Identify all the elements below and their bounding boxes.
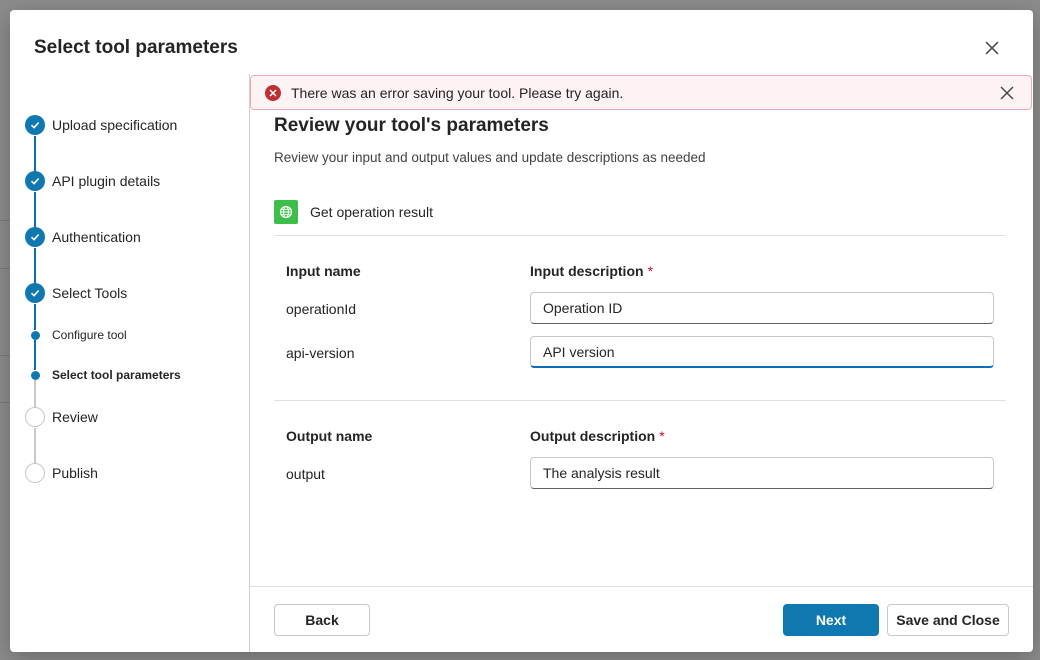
error-icon — [265, 84, 281, 101]
input-name-operationid: operationId — [286, 301, 357, 317]
step-label: Select tool parameters — [52, 368, 181, 382]
required-indicator: * — [659, 428, 665, 444]
step-label: Configure tool — [52, 328, 127, 342]
operation-name: Get operation result — [310, 204, 433, 220]
checkmark-icon — [25, 171, 45, 191]
background-divider — [0, 268, 10, 269]
back-button[interactable]: Back — [274, 604, 370, 636]
input-name-header: Input name — [286, 263, 361, 279]
empty-circle-icon — [25, 407, 45, 427]
step-label: Authentication — [52, 229, 141, 245]
step-upload-specification[interactable]: Upload specification — [25, 115, 177, 135]
required-indicator: * — [647, 263, 654, 279]
step-select-tool-parameters[interactable]: Select tool parameters — [25, 365, 181, 385]
section-description: Review your input and output values and … — [274, 150, 706, 165]
step-dot-icon — [30, 370, 40, 380]
step-dot-wrap — [25, 325, 45, 345]
globe-icon — [274, 200, 298, 224]
section-heading: Review your tool's parameters — [274, 115, 549, 136]
background-divider — [0, 402, 10, 403]
save-and-close-button[interactable]: Save and Close — [887, 604, 1009, 636]
next-button[interactable]: Next — [783, 604, 879, 636]
output-description-input[interactable] — [530, 457, 994, 489]
dialog-close-button[interactable] — [981, 37, 1003, 59]
api-version-description-input[interactable] — [530, 336, 994, 368]
error-dismiss-button[interactable] — [999, 85, 1015, 101]
step-label: API plugin details — [52, 173, 161, 189]
step-configure-tool[interactable]: Configure tool — [25, 325, 127, 345]
input-name-header-text: Input name — [286, 263, 361, 279]
output-name-output: output — [286, 466, 325, 482]
select-tool-parameters-dialog: Select tool parameters Upload specificat… — [10, 10, 1033, 652]
background-divider — [0, 355, 10, 356]
close-icon — [985, 41, 999, 55]
step-connector — [34, 428, 36, 464]
step-authentication[interactable]: Authentication — [25, 227, 141, 247]
section-divider — [274, 400, 1006, 401]
operationid-description-input[interactable] — [530, 292, 994, 324]
step-select-tools[interactable]: Select Tools — [25, 283, 127, 303]
input-description-header-text: Input description — [530, 263, 644, 279]
step-label: Upload specification — [52, 117, 178, 133]
step-dot-icon — [30, 330, 40, 340]
section-divider — [274, 235, 1006, 236]
checkmark-icon — [25, 115, 45, 135]
step-review[interactable]: Review — [25, 407, 98, 427]
output-description-header: Output description * — [530, 428, 665, 444]
step-label: Review — [52, 409, 98, 425]
step-connector — [34, 248, 36, 284]
close-icon — [1000, 86, 1014, 100]
error-message-bar: There was an error saving your tool. Ple… — [250, 75, 1032, 110]
step-connector — [34, 192, 36, 228]
step-dot-wrap — [25, 365, 45, 385]
output-description-header-text: Output description — [530, 428, 656, 444]
input-name-api-version: api-version — [286, 345, 355, 361]
step-label: Publish — [52, 465, 98, 481]
dialog-title: Select tool parameters — [34, 37, 238, 58]
step-connector — [34, 136, 36, 172]
step-api-plugin-details[interactable]: API plugin details — [25, 171, 160, 191]
step-publish[interactable]: Publish — [25, 463, 98, 483]
footer-divider — [250, 586, 1033, 587]
background-divider — [0, 220, 10, 221]
checkmark-icon — [25, 283, 45, 303]
input-description-header: Input description * — [530, 263, 653, 279]
sidebar-divider — [249, 74, 250, 652]
output-name-header-text: Output name — [286, 428, 373, 444]
checkmark-icon — [25, 227, 45, 247]
error-message-text: There was an error saving your tool. Ple… — [291, 84, 624, 101]
empty-circle-icon — [25, 463, 45, 483]
step-label: Select Tools — [52, 285, 128, 301]
output-name-header: Output name — [286, 428, 372, 444]
operation-row: Get operation result — [274, 200, 433, 224]
